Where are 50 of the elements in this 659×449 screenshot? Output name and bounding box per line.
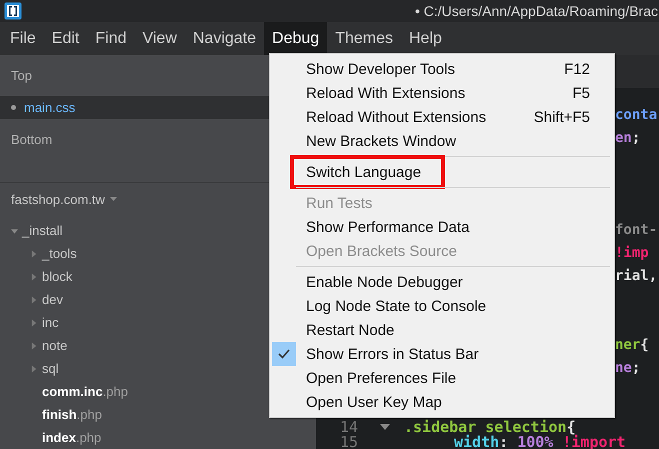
menu-title[interactable]: View: [134, 22, 185, 55]
fold-arrow-icon[interactable]: [380, 422, 390, 430]
folder-name[interactable]: dev: [42, 292, 63, 307]
menu-item[interactable]: Restart Node: [270, 318, 614, 342]
file-name[interactable]: finish.php: [42, 407, 102, 422]
folder-name[interactable]: note: [42, 338, 68, 353]
code-text: font-: [615, 222, 658, 238]
menu-item[interactable]: Log Node State to Console: [270, 294, 614, 318]
file-name[interactable]: comm.inc.php: [42, 384, 128, 399]
file-dot-icon: [11, 105, 16, 110]
collapsed-arrow-icon[interactable]: [31, 364, 38, 372]
menu-item[interactable]: Show Errors in Status Bar: [270, 342, 614, 366]
line-number: 15: [340, 432, 360, 449]
code-text: .sidebar selection{: [404, 418, 576, 436]
menu-item[interactable]: Switch Language: [294, 160, 441, 184]
menu-title[interactable]: Debug: [264, 22, 328, 55]
collapsed-arrow-icon[interactable]: [31, 318, 38, 326]
collapsed-arrow-icon[interactable]: [31, 272, 38, 280]
menu-title[interactable]: Find: [87, 22, 134, 55]
menu-item[interactable]: Open Preferences File: [270, 366, 614, 390]
menu-item[interactable]: Show Performance Data: [270, 215, 614, 239]
code-text: !imp: [615, 244, 649, 260]
menu-title[interactable]: Edit: [44, 22, 88, 55]
code-text: conta: [615, 106, 658, 122]
folder-name[interactable]: block: [42, 269, 72, 284]
folder-name[interactable]: _tools: [42, 246, 77, 261]
code-text: rial,: [615, 268, 658, 284]
menu-title[interactable]: Help: [400, 22, 450, 55]
folder-name[interactable]: _install: [22, 223, 62, 238]
file-name[interactable]: index.php: [42, 430, 102, 445]
line-number: 14: [340, 418, 360, 436]
collapsed-arrow-icon[interactable]: [31, 250, 38, 258]
menu-item[interactable]: New Brackets Window: [270, 129, 614, 153]
code-text: en;: [615, 130, 640, 146]
code-text: ner{: [615, 336, 649, 352]
collapsed-arrow-icon[interactable]: [31, 342, 38, 350]
menu-title[interactable]: Navigate: [184, 22, 264, 55]
menu-item[interactable]: Open User Key Map: [270, 390, 614, 414]
menu-item[interactable]: Show Developer Tools F12: [270, 57, 614, 81]
menu-title[interactable]: File: [2, 22, 44, 55]
folder-name[interactable]: sql: [42, 361, 59, 376]
expanded-arrow-icon[interactable]: [11, 226, 18, 234]
menu-item[interactable]: Enable Node Debugger: [270, 270, 614, 294]
caret-icon: [110, 197, 117, 202]
window-title: • C:/Users/Ann/AppData/Roaming/Brac: [414, 3, 658, 19]
code-text: ne;: [615, 360, 640, 376]
menu-title[interactable]: Themes: [327, 22, 401, 55]
app-logo-icon: [4, 2, 22, 20]
folder-name[interactable]: inc: [42, 315, 59, 330]
collapsed-arrow-icon[interactable]: [31, 296, 38, 304]
